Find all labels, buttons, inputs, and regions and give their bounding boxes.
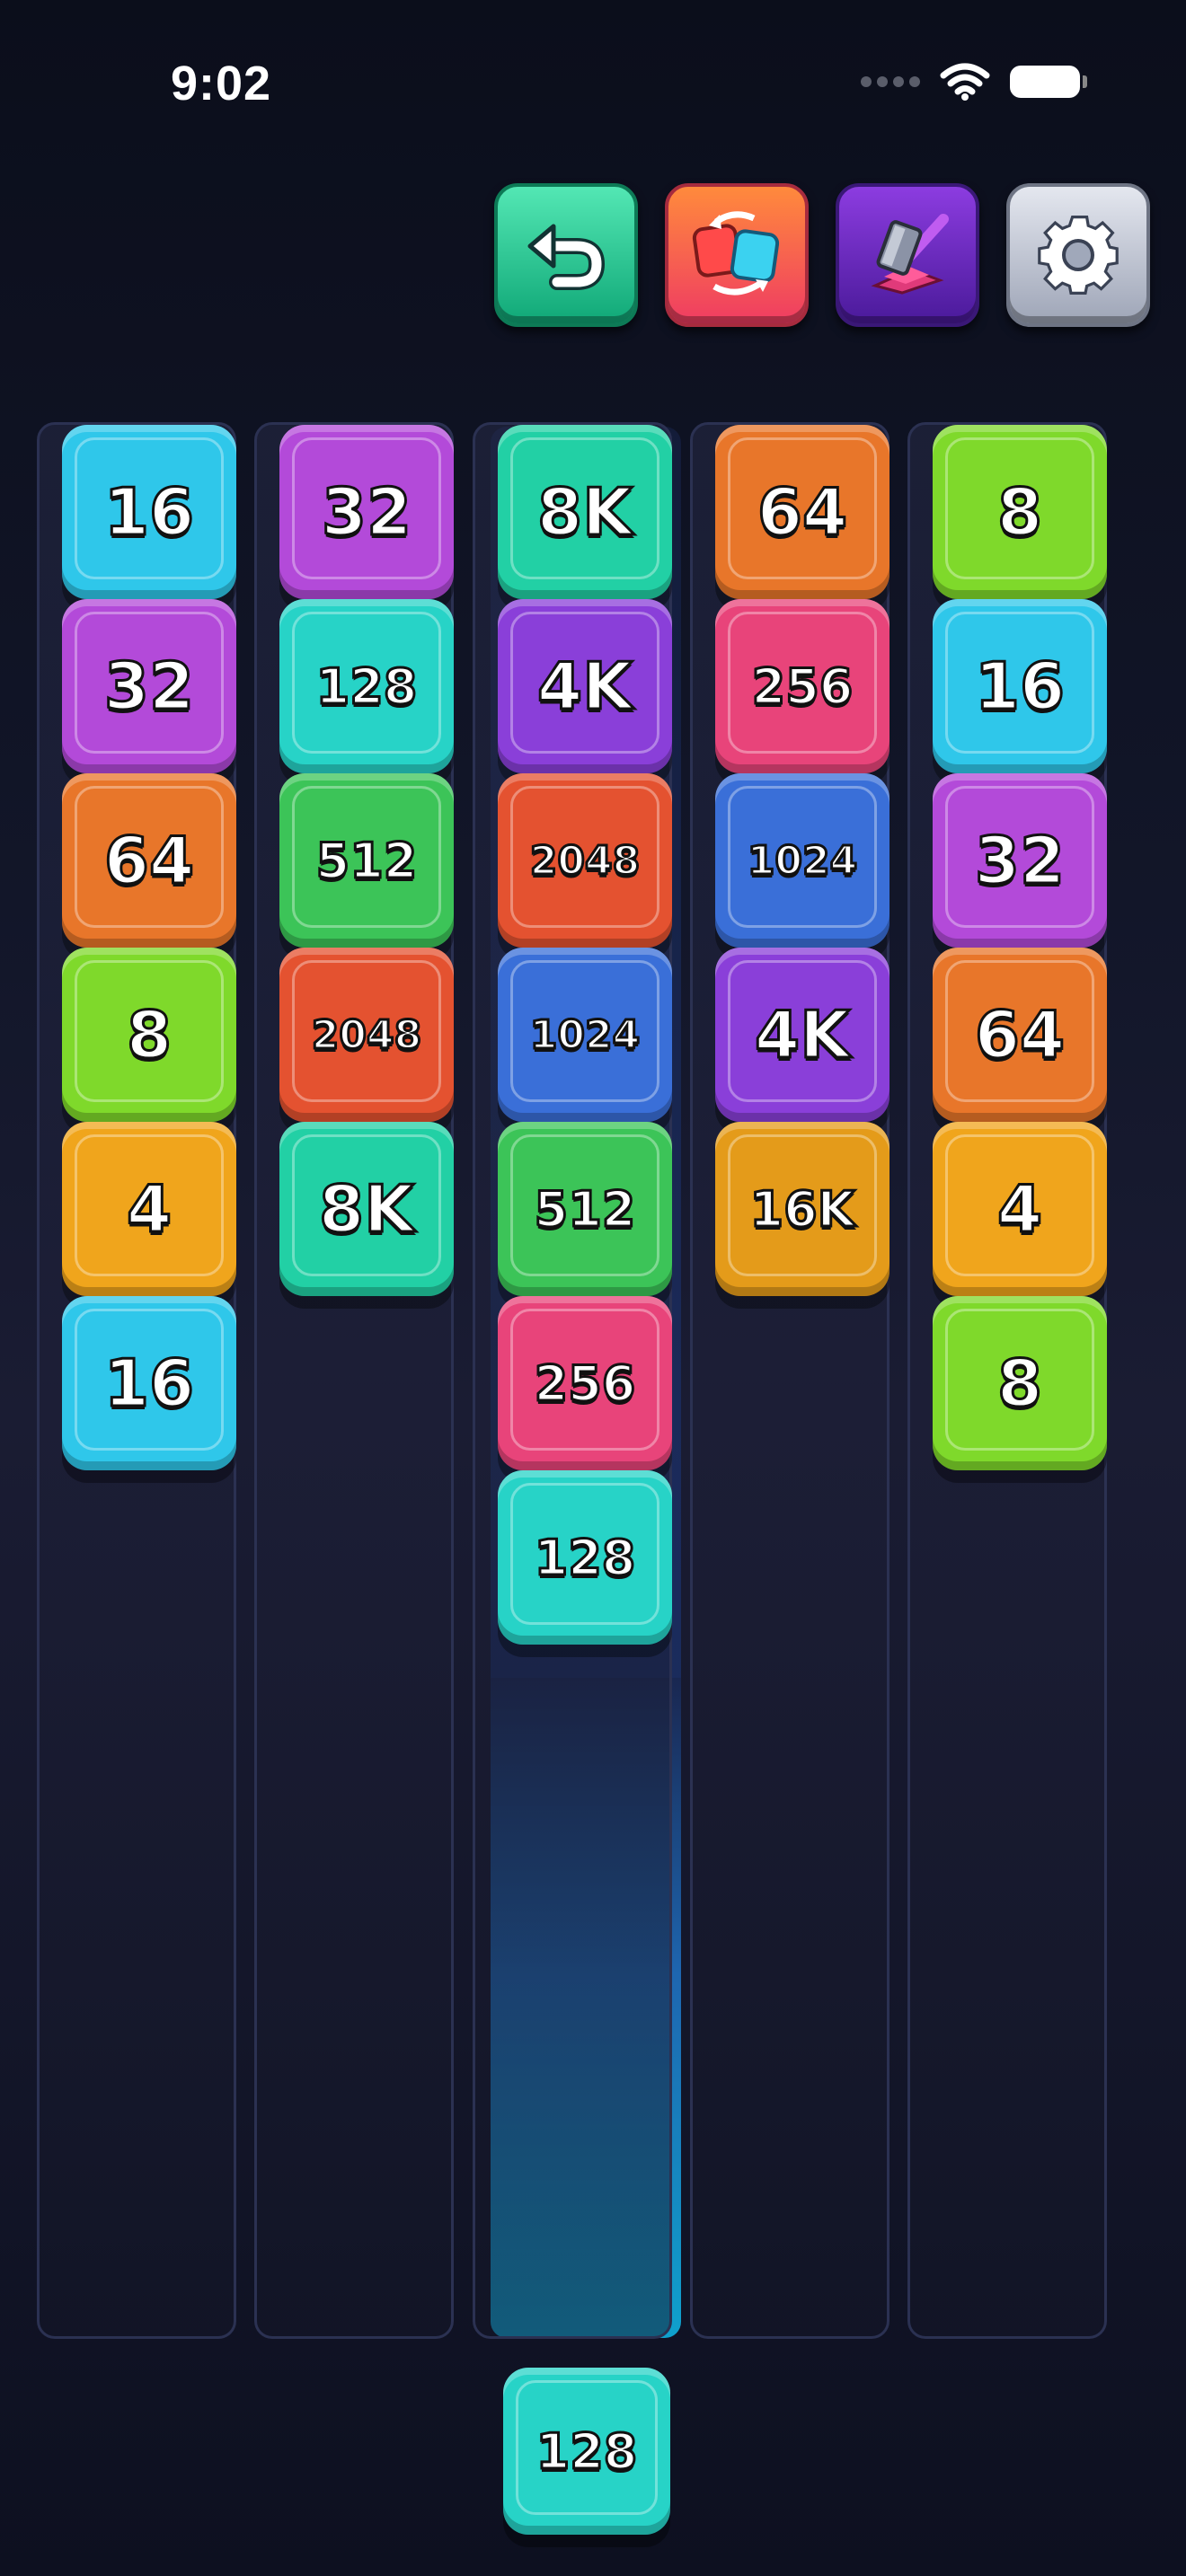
tile: 4 — [933, 1122, 1107, 1296]
tile: 64 — [62, 773, 236, 948]
toolbar — [494, 183, 1150, 327]
tile: 64 — [715, 425, 890, 599]
tile-value: 2048 — [528, 836, 641, 885]
tile-value: 256 — [750, 657, 854, 716]
tile: 32 — [279, 425, 454, 599]
tile: 1024 — [715, 773, 890, 948]
tile-value: 4 — [996, 1170, 1043, 1248]
tile-value: 128 — [533, 1528, 637, 1587]
tile: 8 — [62, 948, 236, 1122]
status-time: 9:02 — [171, 57, 272, 110]
tile: 4 — [62, 1122, 236, 1296]
tile-value: 8 — [996, 473, 1043, 551]
tile: 8K — [498, 425, 672, 599]
tile: 256 — [715, 599, 890, 773]
tile: 32 — [62, 599, 236, 773]
tile-value: 4 — [125, 1170, 173, 1248]
tile: 16 — [62, 1296, 236, 1470]
tile-value: 256 — [533, 1354, 637, 1413]
tile: 16 — [933, 599, 1107, 773]
tile: 4K — [498, 599, 672, 773]
tile-value: 32 — [973, 822, 1066, 900]
tile-value: 8K — [536, 473, 634, 551]
tile-value: 16 — [973, 648, 1066, 726]
tile-value: 4K — [536, 648, 634, 726]
shuffle-button[interactable] — [665, 183, 809, 327]
tile-value: 16 — [102, 473, 195, 551]
tile-value: 4K — [754, 996, 852, 1074]
tile: 64 — [933, 948, 1107, 1122]
hammer-icon — [871, 214, 949, 295]
tile-value: 32 — [102, 648, 195, 726]
tile: 32 — [933, 773, 1107, 948]
tile-value: 16 — [102, 1345, 195, 1423]
tile-value: 16K — [748, 1179, 856, 1239]
tile-value: 512 — [314, 831, 419, 890]
tile: 2048 — [498, 773, 672, 948]
undo-button[interactable] — [494, 183, 638, 327]
shuffle-icon — [692, 211, 780, 296]
tile: 1024 — [498, 948, 672, 1122]
next-tile-block: 128 — [503, 2368, 670, 2535]
tile-value: 1024 — [746, 836, 858, 885]
tile: 128 — [498, 1470, 672, 1645]
wifi-icon — [940, 63, 990, 101]
tile: 8K — [279, 1122, 454, 1296]
tile-value: 8 — [996, 1345, 1043, 1423]
tile: 512 — [279, 773, 454, 948]
tile: 128 — [279, 599, 454, 773]
tile-value: 64 — [973, 996, 1066, 1074]
tile-value: 128 — [314, 657, 419, 716]
tile: 8 — [933, 1296, 1107, 1470]
tile-value: 64 — [756, 473, 848, 551]
tile: 8 — [933, 425, 1107, 599]
tile-value: 128 — [535, 2422, 639, 2481]
tile-value: 32 — [320, 473, 412, 551]
tile: 2048 — [279, 948, 454, 1122]
tile-value: 8 — [125, 996, 173, 1074]
tile: 16K — [715, 1122, 890, 1296]
tile-value: 8K — [318, 1170, 416, 1248]
undo-arrow-icon — [527, 224, 606, 290]
tile: 16 — [62, 425, 236, 599]
tile: 256 — [498, 1296, 672, 1470]
tile: 4K — [715, 948, 890, 1122]
settings-button[interactable] — [1006, 183, 1150, 327]
tile-value: 1024 — [528, 1010, 641, 1059]
tile-value: 2048 — [310, 1010, 422, 1059]
cellular-signal-icon — [861, 76, 920, 87]
hammer-button[interactable] — [836, 183, 979, 327]
battery-icon — [1010, 66, 1087, 98]
gear-icon — [1038, 215, 1119, 296]
tile-value: 512 — [533, 1179, 637, 1239]
tile: 512 — [498, 1122, 672, 1296]
tile-value: 64 — [102, 822, 195, 900]
